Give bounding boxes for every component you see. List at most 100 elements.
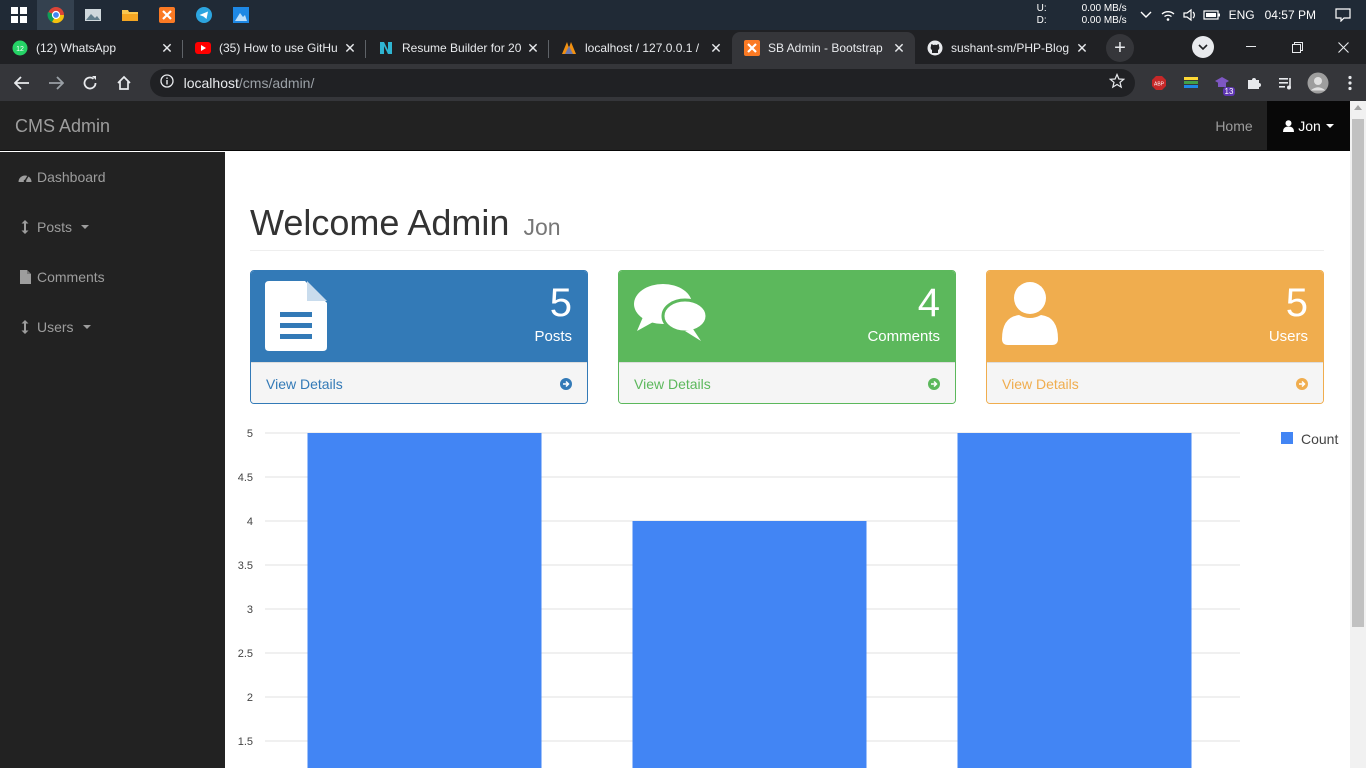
whatsapp-icon: 12 — [12, 40, 28, 56]
profile-avatar[interactable] — [1302, 67, 1334, 99]
address-url: localhost/cms/admin/ — [184, 75, 1109, 91]
sidebar-item-comments[interactable]: Comments — [0, 252, 225, 302]
home-icon[interactable] — [108, 67, 140, 99]
scroll-up-arrow-icon[interactable] — [1354, 105, 1362, 110]
arrows-v-icon — [17, 220, 33, 234]
chevron-up-icon[interactable] — [1135, 0, 1157, 30]
back-arrow-icon[interactable] — [6, 67, 38, 99]
view-details-text: View Details — [634, 376, 711, 392]
browser-tab-phpmyadmin[interactable]: localhost / 127.0.0.1 / ✕ — [549, 32, 732, 64]
sidebar-item-label: Dashboard — [37, 169, 106, 185]
users-panel: 5 Users View Details — [986, 270, 1324, 404]
photos-taskbar-icon[interactable] — [74, 0, 111, 30]
battery-icon[interactable] — [1201, 0, 1223, 30]
arrow-circle-right-icon — [928, 378, 940, 390]
sidebar-item-label: Posts — [37, 219, 73, 235]
bar-chart: 5 4.5 4 3.5 3 2.5 2 1.5 Count — [238, 428, 1338, 768]
users-count: 5 — [1285, 281, 1308, 325]
comments-panel: 4 Comments View Details — [618, 270, 956, 404]
sidebar-item-posts[interactable]: Posts — [0, 202, 225, 252]
chrome-menu-icon[interactable] — [1334, 67, 1366, 99]
extension-badge: 13 — [1222, 86, 1236, 96]
caret-down-icon — [1325, 124, 1334, 128]
user-icon — [1283, 120, 1295, 132]
arrows-v-icon — [17, 320, 33, 334]
page-scrollbar[interactable] — [1350, 101, 1366, 768]
comments-view-details-link[interactable]: View Details — [619, 362, 955, 403]
arrow-circle-right-icon — [560, 378, 572, 390]
chart-bar — [632, 521, 867, 768]
clock[interactable]: 04:57 PM — [1265, 8, 1316, 22]
browser-tab-resume[interactable]: Resume Builder for 20 ✕ — [366, 32, 549, 64]
sidebar-item-users[interactable]: Users — [0, 302, 225, 352]
close-icon[interactable]: ✕ — [342, 40, 358, 57]
file-explorer-icon[interactable] — [111, 0, 148, 30]
reload-icon[interactable] — [74, 67, 106, 99]
forward-arrow-icon[interactable] — [40, 67, 72, 99]
close-icon[interactable]: ✕ — [159, 40, 175, 57]
user-icon — [1001, 281, 1059, 352]
file-text-icon — [265, 281, 327, 356]
close-window-icon[interactable] — [1320, 32, 1366, 62]
telegram-taskbar-icon[interactable] — [185, 0, 222, 30]
browser-tab-youtube[interactable]: (35) How to use GitHu ✕ — [183, 32, 366, 64]
graduation-cap-extension-icon[interactable]: 13 — [1207, 67, 1239, 99]
upload-label: U: — [1036, 3, 1047, 14]
y-tick-label: 3.5 — [238, 560, 253, 572]
restore-icon[interactable] — [1274, 32, 1320, 62]
browser-tab-sb-admin[interactable]: SB Admin - Bootstrap ✕ — [732, 32, 915, 64]
browser-toolbar: localhost/cms/admin/ ABP 13 — [0, 64, 1366, 101]
notification-icon[interactable] — [1332, 0, 1354, 30]
y-tick-label: 4 — [247, 516, 253, 528]
volume-icon[interactable] — [1179, 0, 1201, 30]
adblock-extension-icon[interactable]: ABP — [1143, 67, 1175, 99]
page-title-text: Welcome Admin — [250, 202, 510, 243]
novoresume-icon — [378, 40, 394, 56]
nav-home-link[interactable]: Home — [1203, 101, 1265, 151]
sidebar-item-label: Users — [37, 319, 74, 335]
user-dropdown[interactable]: Jon — [1267, 101, 1350, 151]
y-tick-label: 1.5 — [238, 736, 253, 748]
posts-count: 5 — [549, 281, 572, 325]
github-icon — [927, 40, 943, 56]
close-icon[interactable]: ✕ — [708, 40, 724, 57]
info-icon[interactable] — [159, 74, 174, 91]
page-title: Welcome Admin Jon — [250, 202, 561, 244]
close-icon[interactable]: ✕ — [1074, 40, 1090, 57]
brand-link[interactable]: CMS Admin — [15, 116, 110, 137]
caret-down-icon — [82, 325, 91, 329]
xampp-taskbar-icon[interactable] — [148, 0, 185, 30]
top-navbar: CMS Admin Home Jon — [0, 101, 1350, 151]
close-icon[interactable]: ✕ — [891, 40, 907, 57]
color-extension-icon[interactable] — [1175, 67, 1207, 99]
posts-view-details-link[interactable]: View Details — [251, 362, 587, 403]
address-bar[interactable]: localhost/cms/admin/ — [149, 68, 1135, 97]
bookmark-star-icon[interactable] — [1108, 72, 1125, 92]
app-taskbar-icon[interactable] — [222, 0, 259, 30]
user-name: Jon — [1298, 118, 1321, 134]
minimize-icon[interactable] — [1228, 32, 1274, 62]
close-icon[interactable]: ✕ — [525, 40, 541, 57]
sidebar-item-dashboard[interactable]: Dashboard — [0, 152, 225, 202]
phpmyadmin-icon — [561, 40, 577, 56]
puzzle-extensions-icon[interactable] — [1238, 67, 1270, 99]
tab-search-icon[interactable] — [1192, 36, 1214, 58]
download-speed: 0.00 MB/s — [1081, 15, 1127, 26]
users-view-details-link[interactable]: View Details — [987, 362, 1323, 403]
y-tick-label: 2.5 — [238, 648, 253, 660]
comments-icon — [633, 281, 709, 348]
comments-count: 4 — [917, 281, 940, 325]
media-control-icon[interactable] — [1270, 67, 1302, 99]
scrollbar-thumb[interactable] — [1352, 119, 1364, 627]
arrow-circle-right-icon — [1296, 378, 1308, 390]
web-page: CMS Admin Home Jon Dashboard Posts Comme… — [0, 101, 1350, 768]
browser-tab-whatsapp[interactable]: 12 (12) WhatsApp ✕ — [0, 32, 183, 64]
windows-start-icon[interactable] — [0, 0, 37, 30]
y-tick-label: 5 — [247, 428, 253, 440]
new-tab-button[interactable]: + — [1106, 34, 1134, 62]
browser-tab-github[interactable]: sushant-sm/PHP-Blog ✕ — [915, 32, 1098, 64]
wifi-icon[interactable] — [1157, 0, 1179, 30]
language-indicator[interactable]: ENG — [1229, 8, 1255, 22]
chrome-taskbar-icon[interactable] — [37, 0, 74, 30]
dashboard-icon — [17, 172, 33, 183]
